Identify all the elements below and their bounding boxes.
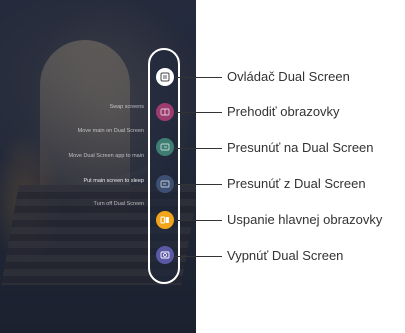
faint-menu-item: Move main on Dual Screen <box>77 128 144 134</box>
faint-menu-item: Swap screens <box>109 104 144 110</box>
main-screen-sleep-button[interactable] <box>156 211 174 229</box>
faint-menu-item: Turn off Dual Screen <box>93 201 144 207</box>
callout-line <box>175 220 222 221</box>
callout-line <box>175 112 222 113</box>
dual-screen-controller-icon <box>160 72 170 82</box>
callout-line <box>175 256 222 257</box>
swap-screens-button[interactable] <box>156 103 174 121</box>
move-from-dual-screen-button[interactable] <box>156 175 174 193</box>
callout-label-move-to-dual-screen: Presunúť na Dual Screen <box>227 140 374 155</box>
main-screen-sleep-icon <box>160 216 169 224</box>
move-from-dual-screen-icon <box>160 180 170 188</box>
faint-menu-item: Put main screen to sleep <box>83 178 144 184</box>
faint-menu-item: Move Dual Screen app to main <box>68 153 144 159</box>
callout-label-dual-screen-controller: Ovládač Dual Screen <box>227 69 350 84</box>
swap-screens-icon <box>160 108 170 116</box>
callout-line <box>175 184 222 185</box>
move-to-dual-screen-icon <box>160 143 170 151</box>
callout-label-main-screen-sleep: Uspanie hlavnej obrazovky <box>227 212 383 227</box>
callout-label-turn-off-dual-screen: Vypnúť Dual Screen <box>227 248 344 263</box>
turn-off-dual-screen-button[interactable] <box>156 246 174 264</box>
callout-line <box>175 148 222 149</box>
callout-label-move-from-dual-screen: Presunúť z Dual Screen <box>227 176 366 191</box>
move-to-dual-screen-button[interactable] <box>156 138 174 156</box>
callout-line <box>175 77 222 78</box>
callout-label-swap-screens: Prehodiť obrazovky <box>227 104 340 119</box>
dual-screen-controller-button[interactable] <box>156 68 174 86</box>
turn-off-dual-screen-icon <box>160 251 170 259</box>
